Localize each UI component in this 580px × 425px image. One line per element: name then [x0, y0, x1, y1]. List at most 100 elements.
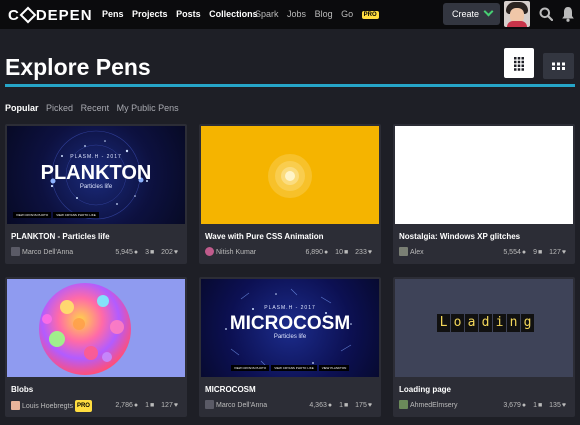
tab-picked[interactable]: Picked	[46, 103, 73, 113]
pen-author[interactable]: Marco Dell'Anna	[205, 400, 267, 410]
love-count: 175	[355, 402, 367, 409]
pen-thumbnail[interactable]: PLASM.H - 2017 MICROCOSM Particles life …	[201, 279, 379, 377]
pen-card[interactable]: PLASM.H - 2017 MICROCOSM Particles life …	[199, 277, 381, 417]
pen-stats: 3,679● 1■ 135♥	[501, 401, 569, 410]
view-count: 5,945	[115, 249, 133, 256]
nav-collections[interactable]: Collections	[209, 9, 258, 19]
eye-icon: ●	[133, 249, 139, 256]
tab-popular[interactable]: Popular	[5, 103, 39, 113]
heart-icon[interactable]: ♥	[562, 402, 566, 409]
grid-small-view-button[interactable]	[543, 53, 574, 79]
view-count: 3,679	[503, 402, 521, 409]
author-name: AhmedElmsery	[410, 402, 458, 409]
thumb-kicker: PLASM.H - 2017	[70, 154, 122, 160]
cube-icon	[19, 6, 37, 24]
author-avatar	[399, 247, 408, 256]
thumb-heading: PLANKTON	[40, 162, 152, 184]
nav-projects[interactable]: Projects	[132, 9, 168, 19]
comment-icon[interactable]: ■	[344, 249, 348, 256]
pen-thumbnail[interactable]	[201, 126, 379, 224]
pen-title[interactable]: PLANKTON - Particles life	[11, 232, 110, 241]
wave-graphic	[268, 154, 312, 198]
explore-tabs: Popular Picked Recent My Public Pens	[5, 103, 184, 113]
nav-spark[interactable]: Spark	[255, 9, 279, 19]
pen-title[interactable]: Loading page	[399, 385, 451, 394]
pen-title[interactable]: Blobs	[11, 385, 33, 394]
eye-icon: ●	[323, 249, 329, 256]
thumb-button: VIEW CRYANS PHOTO	[13, 212, 52, 218]
love-count: 135	[549, 402, 561, 409]
author-name: Marco Dell'Anna	[216, 402, 268, 409]
pen-card[interactable]: Blobs Louis Hoebregts PRO 2,786● 1■ 127♥	[5, 277, 187, 417]
heart-icon[interactable]: ♥	[174, 402, 178, 409]
comment-icon[interactable]: ■	[538, 402, 542, 409]
thumb-kicker: PLASM.H - 2017	[264, 305, 316, 311]
pen-card[interactable]: Nostalgia: Windows XP glitches Alex 5,55…	[393, 124, 575, 264]
pen-thumbnail[interactable]	[7, 279, 185, 377]
pen-card[interactable]: Loading Loading page AhmedElmsery 3,679●…	[393, 277, 575, 417]
nav-posts[interactable]: Posts	[176, 9, 201, 19]
nav-go-label: Go	[341, 9, 354, 19]
love-count: 202	[161, 249, 173, 256]
heart-icon[interactable]: ♥	[368, 249, 372, 256]
author-avatar	[205, 400, 214, 409]
pen-thumbnail[interactable]: Loading	[395, 279, 573, 377]
loading-letter: o	[451, 314, 464, 332]
nav-go[interactable]: Go PRO	[341, 9, 379, 19]
user-avatar[interactable]	[504, 1, 530, 27]
comment-icon[interactable]: ■	[344, 402, 348, 409]
tab-recent[interactable]: Recent	[81, 103, 110, 113]
pen-stats: 6,890● 10■ 233♥	[303, 248, 375, 257]
thumb-heading: MICROCOSM	[229, 313, 351, 334]
thumb-button: VIEW CRYANS PHOTO	[231, 365, 270, 371]
loading-letter: i	[493, 314, 506, 332]
author-name: Louis Hoebregts	[22, 403, 73, 410]
heart-icon[interactable]: ♥	[368, 402, 372, 409]
loading-letter: L	[437, 314, 450, 332]
author-avatar	[11, 247, 20, 256]
codepen-logo[interactable]: C DEPEN	[8, 6, 93, 24]
loading-letters: Loading	[437, 313, 535, 332]
heart-icon[interactable]: ♥	[562, 249, 566, 256]
view-count: 6,890	[305, 249, 323, 256]
pen-card[interactable]: Wave with Pure CSS Animation Nitish Kuma…	[199, 124, 381, 264]
pen-title[interactable]: MICROCOSM	[205, 385, 256, 394]
eye-icon: ●	[521, 249, 527, 256]
pen-title[interactable]: Nostalgia: Windows XP glitches	[399, 232, 520, 241]
grid-large-icon	[514, 57, 524, 71]
create-label: Create	[452, 9, 480, 19]
nav-blog[interactable]: Blog	[315, 9, 333, 19]
love-count: 127	[161, 402, 173, 409]
eye-icon: ●	[521, 402, 527, 409]
pen-author[interactable]: Louis Hoebregts PRO	[11, 400, 92, 412]
thumb-subheading: Particles life	[79, 184, 113, 190]
search-icon[interactable]	[539, 7, 553, 21]
bell-icon[interactable]	[561, 6, 575, 22]
pen-title[interactable]: Wave with Pure CSS Animation	[205, 232, 324, 241]
nav-pens[interactable]: Pens	[102, 9, 124, 19]
comment-count: 1	[339, 402, 343, 409]
pen-author[interactable]: Marco Dell'Anna	[11, 247, 73, 257]
pen-card[interactable]: PLASM.H - 2017 PLANKTON Particles life V…	[5, 124, 187, 264]
create-button[interactable]: Create	[443, 3, 500, 25]
pen-author[interactable]: AhmedElmsery	[399, 400, 457, 410]
comment-count: 1	[145, 402, 149, 409]
grid-large-view-button[interactable]	[504, 48, 534, 78]
comment-icon[interactable]: ■	[538, 249, 542, 256]
pen-thumbnail[interactable]	[395, 126, 573, 224]
tab-my-public-pens[interactable]: My Public Pens	[117, 103, 179, 113]
eye-icon: ●	[133, 402, 139, 409]
thumb-button: VIEW PLANKTON	[318, 365, 350, 371]
author-name: Marco Dell'Anna	[22, 249, 74, 256]
blobs-graphic	[39, 283, 131, 375]
nav-jobs[interactable]: Jobs	[287, 9, 306, 19]
pen-thumbnail[interactable]: PLASM.H - 2017 PLANKTON Particles life V…	[7, 126, 185, 224]
thumb-button: VIEW CRYANS PHOTO LIKE	[271, 365, 317, 371]
pen-author[interactable]: Alex	[399, 247, 424, 257]
heart-icon[interactable]: ♥	[174, 249, 178, 256]
comment-icon[interactable]: ■	[150, 249, 154, 256]
comment-icon[interactable]: ■	[150, 402, 154, 409]
author-avatar	[11, 401, 20, 410]
pen-author[interactable]: Nitish Kumar	[205, 247, 256, 257]
pen-stats: 2,786● 1■ 127♥	[113, 401, 181, 410]
